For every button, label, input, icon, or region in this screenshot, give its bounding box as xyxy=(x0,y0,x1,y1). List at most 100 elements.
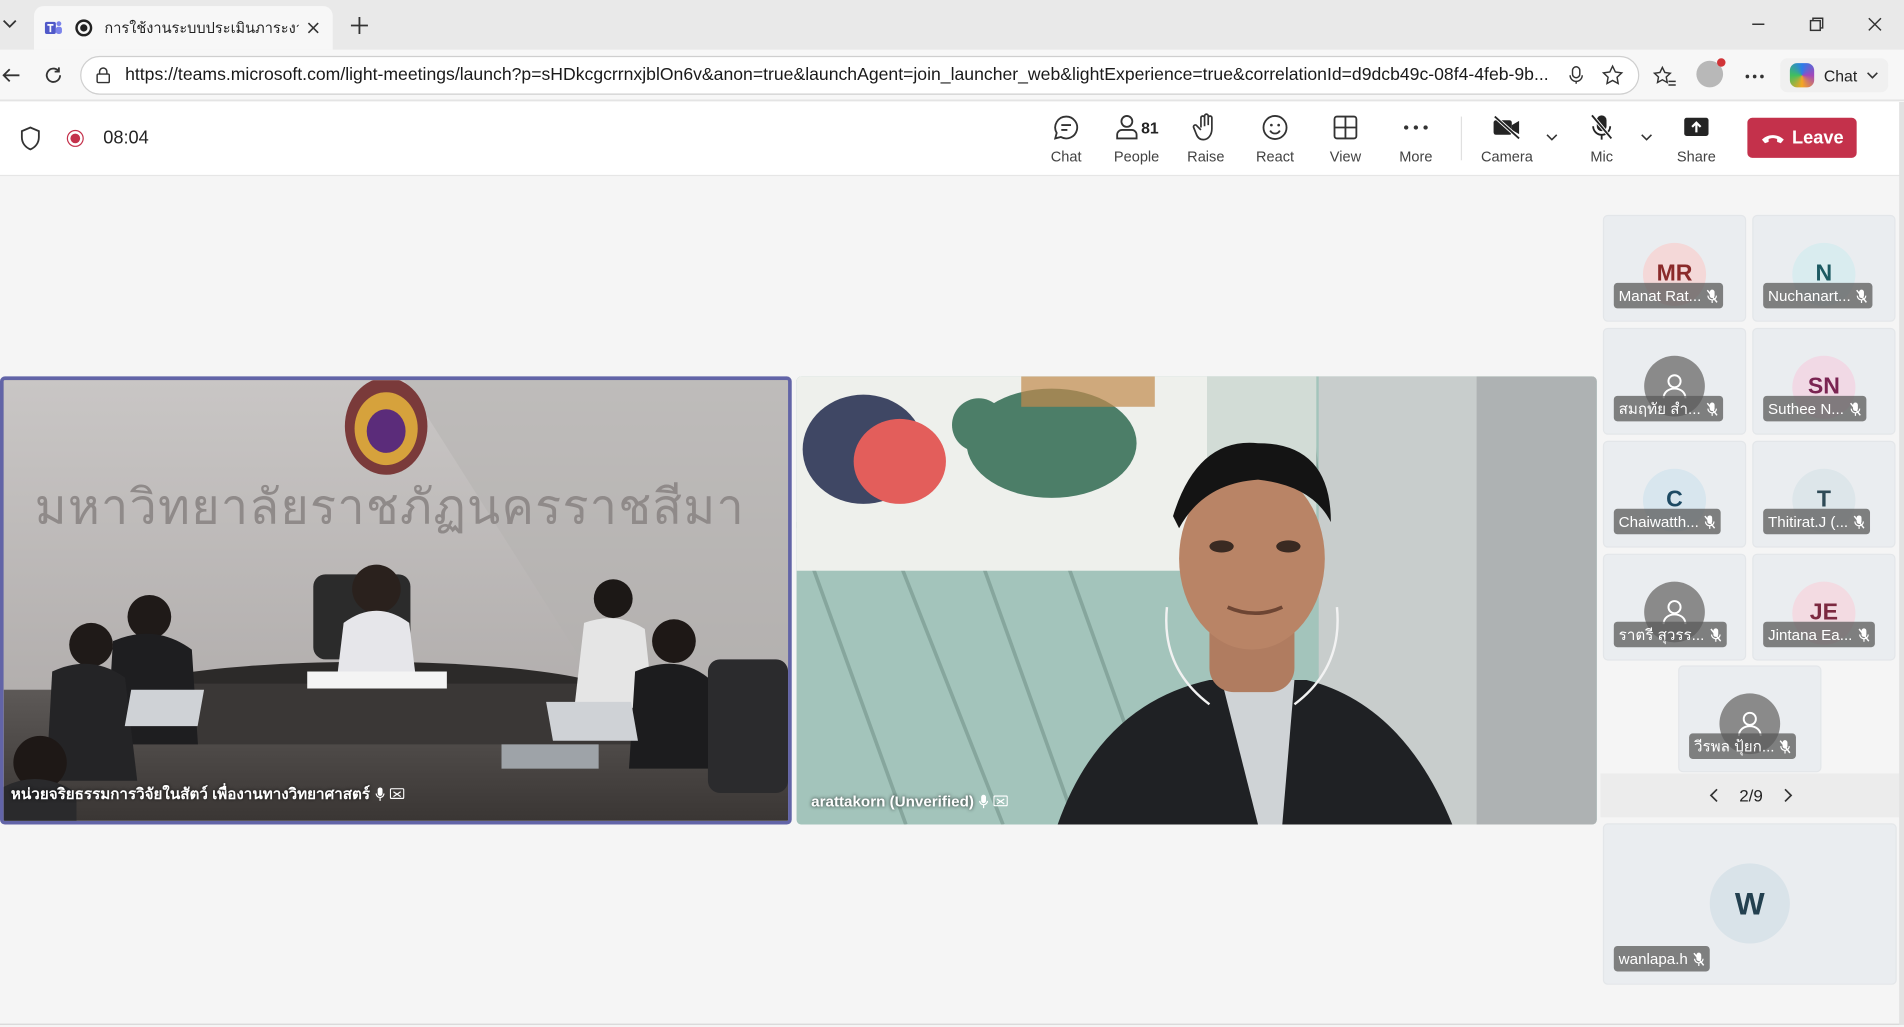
participant-tile[interactable]: T Thitirat.J (... xyxy=(1752,440,1896,548)
mic-label: Mic xyxy=(1590,148,1613,166)
participant-name: Chaiwatth... xyxy=(1618,513,1699,531)
arattakorn-video xyxy=(796,376,1597,825)
participant-name-tag: Nuchanart... xyxy=(1763,282,1873,309)
video-tile-conference-room[interactable]: มหาวิทยาลัยราชภัฏนครราชสีมา หน่วยจริยธรร… xyxy=(0,376,792,825)
participant-tile[interactable]: SN Suthee N... xyxy=(1752,327,1896,435)
site-info-icon[interactable] xyxy=(94,66,113,85)
participant-tile[interactable]: JE Jintana Ea... xyxy=(1752,553,1896,661)
share-button[interactable]: Share xyxy=(1661,112,1731,168)
video-tile-arattakorn[interactable]: arattakorn (Unverified) xyxy=(796,376,1597,825)
tab-title: การใช้งานระบบประเมินภาระงาน พนักงาน xyxy=(104,18,299,36)
screen-share-icon xyxy=(993,795,1008,807)
mic-icon xyxy=(375,787,385,801)
leave-button[interactable]: Leave xyxy=(1747,117,1857,158)
url-text[interactable]: https://teams.microsoft.com/light-meetin… xyxy=(125,66,1553,85)
chevron-right-icon[interactable] xyxy=(1777,784,1799,806)
camera-options-chevron-icon[interactable] xyxy=(1543,129,1560,146)
more-options-icon[interactable] xyxy=(1740,62,1769,91)
chevron-left-icon[interactable] xyxy=(1703,784,1725,806)
minimize-icon[interactable] xyxy=(1744,10,1773,39)
video-name-label: arattakorn (Unverified) xyxy=(811,793,1008,810)
close-window-icon[interactable] xyxy=(1860,10,1889,39)
mic-options-chevron-icon[interactable] xyxy=(1638,129,1655,146)
participant-name-tag: Jintana Ea... xyxy=(1763,621,1875,648)
mic-muted-icon xyxy=(1704,514,1716,529)
mic-icon xyxy=(979,794,989,809)
participant-tile-wanlapa[interactable]: W wanlapa.h xyxy=(1602,823,1897,985)
browser-tabstrip: การใช้งานระบบประเมินภาระงาน พนักงาน xyxy=(0,0,1904,50)
screen: การใช้งานระบบประเมินภาระงาน พนักงาน xyxy=(0,0,1904,1027)
chat-label: Chat xyxy=(1050,148,1082,166)
participant-tile[interactable]: MR Manat Rat... xyxy=(1602,214,1747,322)
scrollbar[interactable] xyxy=(1899,102,1904,1025)
raise-hand-button[interactable]: Raise xyxy=(1171,112,1241,168)
participant-name: ราตรี สุวรร... xyxy=(1618,625,1705,643)
favorite-star-icon[interactable] xyxy=(1599,62,1626,89)
recording-icon xyxy=(66,129,84,147)
copilot-chat-button[interactable]: Chat xyxy=(1780,58,1889,93)
profile-avatar-icon[interactable] xyxy=(1696,58,1726,88)
camera-off-icon xyxy=(1492,112,1521,144)
page-indicator: 2/9 xyxy=(1739,785,1763,806)
wall-sign-text: มหาวิทยาลัยราชภัฏนครราชสีมา xyxy=(35,479,745,535)
camera-button[interactable]: Camera xyxy=(1472,112,1542,168)
restore-icon[interactable] xyxy=(1802,10,1831,39)
participant-name: Nuchanart... xyxy=(1768,287,1851,305)
mic-muted-icon xyxy=(1853,514,1865,529)
participant-name: wanlapa.h xyxy=(1618,950,1688,968)
chat-button[interactable]: Chat xyxy=(1031,112,1101,168)
camera-label: Camera xyxy=(1481,148,1533,166)
stage-bottom-border xyxy=(0,1023,1902,1025)
mic-muted-icon xyxy=(1706,401,1718,416)
more-label: More xyxy=(1399,148,1433,166)
avatar: W xyxy=(1709,863,1790,944)
more-button[interactable]: More xyxy=(1381,112,1451,168)
gallery-pager: 2/9 xyxy=(1600,773,1902,818)
participant-name-tag: Suthee N... xyxy=(1763,395,1866,422)
reload-icon[interactable] xyxy=(38,60,70,92)
raise-label: Raise xyxy=(1187,148,1225,166)
view-button[interactable]: View xyxy=(1310,112,1380,168)
smiley-icon xyxy=(1262,112,1289,144)
screen-share-icon xyxy=(389,788,405,800)
mic-muted-icon xyxy=(1693,952,1705,966)
view-label: View xyxy=(1329,148,1362,166)
react-button[interactable]: React xyxy=(1240,112,1310,168)
mic-muted-icon xyxy=(1849,401,1861,416)
react-label: React xyxy=(1255,148,1295,166)
participant-tile[interactable]: C Chaiwatth... xyxy=(1602,440,1747,548)
address-bar[interactable]: https://teams.microsoft.com/light-meetin… xyxy=(80,55,1640,95)
participant-tile[interactable]: N Nuchanart... xyxy=(1752,214,1896,322)
participant-name-tag: Chaiwatth... xyxy=(1613,508,1721,535)
leave-label: Leave xyxy=(1791,127,1844,149)
mic-button[interactable]: Mic xyxy=(1566,112,1636,168)
participant-name: สมฤทัย สำ... xyxy=(1618,400,1701,418)
tab-list-icon[interactable] xyxy=(0,12,19,36)
conference-room-video: มหาวิทยาลัยราชภัฏนครราชสีมา xyxy=(3,380,789,821)
microphone-site-icon[interactable] xyxy=(1563,62,1590,89)
share-label: Share xyxy=(1676,148,1716,166)
shield-icon[interactable] xyxy=(19,126,41,151)
close-tab-icon[interactable] xyxy=(304,18,323,37)
back-icon[interactable] xyxy=(0,60,27,92)
meeting-timer: 08:04 xyxy=(103,127,149,149)
participant-name-tag: สมฤทัย สำ... xyxy=(1613,395,1723,422)
participant-tile[interactable]: สมฤทัย สำ... xyxy=(1602,327,1747,435)
mic-muted-icon xyxy=(1857,627,1869,642)
participant-tile[interactable]: ราตรี สุวรร... xyxy=(1602,553,1747,661)
browser-tab-active[interactable]: การใช้งานระบบประเมินภาระงาน พนักงาน xyxy=(34,6,333,50)
favorites-icon[interactable] xyxy=(1650,62,1679,91)
video-name-label: หน่วยจริยธรรมการวิจัยในสัตว์ เพื่องานทาง… xyxy=(10,782,405,806)
recording-tab-icon xyxy=(75,19,93,37)
phone-hangup-icon xyxy=(1761,134,1784,143)
new-tab-icon[interactable] xyxy=(345,11,374,40)
copilot-chat-label: Chat xyxy=(1823,66,1858,85)
participant-name: Jintana Ea... xyxy=(1768,625,1853,643)
share-screen-icon xyxy=(1683,112,1710,144)
participant-tile[interactable]: วีรพล ปุ้ยก... xyxy=(1678,665,1822,773)
people-button[interactable]: 81 People xyxy=(1101,112,1171,168)
chevron-down-icon[interactable] xyxy=(1867,72,1879,79)
participant-name: Suthee N... xyxy=(1768,400,1844,418)
more-dots-icon xyxy=(1403,112,1428,144)
participant-name: หน่วยจริยธรรมการวิจัยในสัตว์ เพื่องานทาง… xyxy=(10,785,371,803)
